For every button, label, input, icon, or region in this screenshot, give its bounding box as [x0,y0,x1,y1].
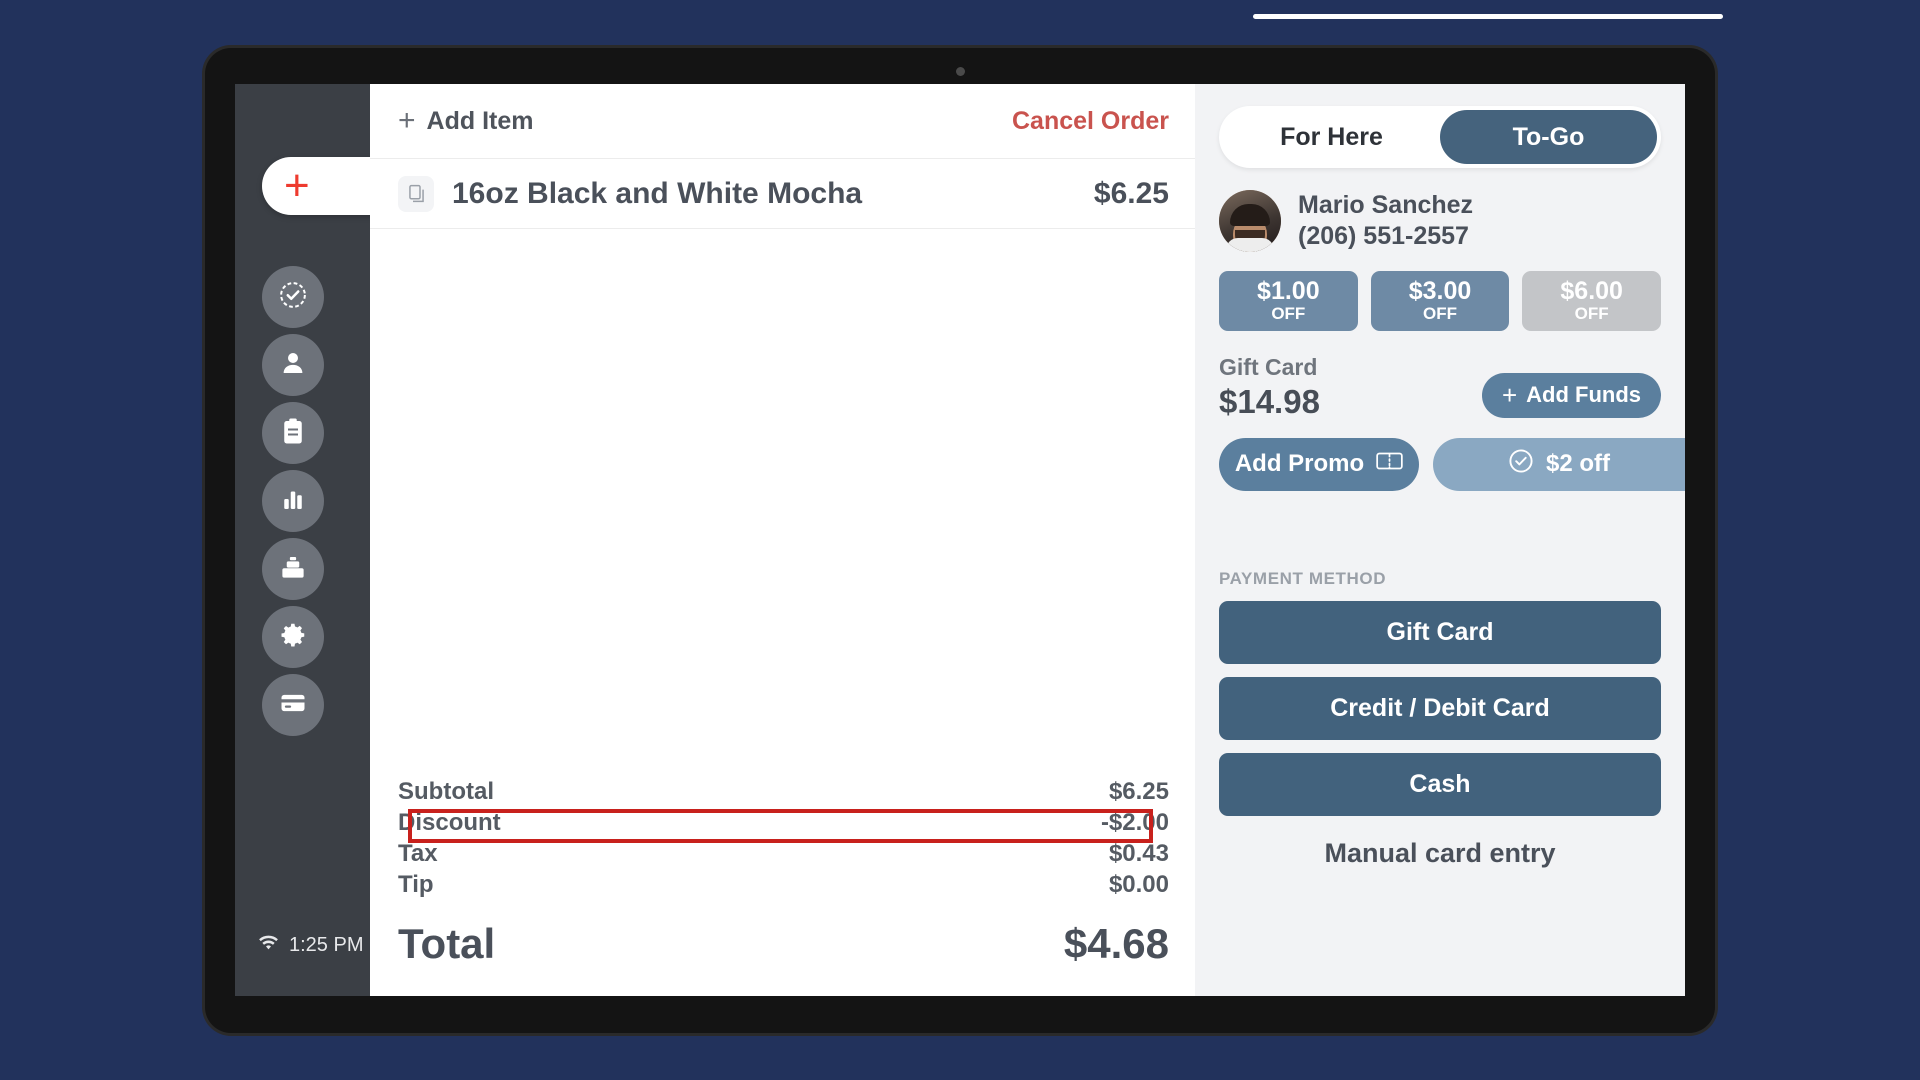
promo-row: Add Promo $2 off [1219,437,1685,491]
add-funds-button[interactable]: + Add Funds [1481,372,1661,418]
discount-chip-off: OFF [1574,303,1609,323]
payment-method-label: PAYMENT METHOD [1219,568,1387,588]
order-item-list: 16oz Black and White Mocha $6.25 [370,159,1195,229]
sidebar-item-reports[interactable] [262,470,324,532]
order-totals: Subtotal $6.25 Discount -$2.00 Tax $0.43… [370,778,1195,996]
discount-label: Discount [398,809,501,836]
sidebar-item-orders[interactable] [262,266,324,328]
discount-chip-2[interactable]: $3.00 OFF [1370,270,1510,331]
sidebar-item-customers[interactable] [262,334,324,396]
promo-applied-label: $2 off [1545,450,1610,478]
discount-chip-row: $1.00 OFF $3.00 OFF $6.00 OFF [1219,270,1662,331]
checkmark-badge-icon [278,280,308,315]
gift-card-text: Gift Card $14.98 [1219,353,1320,422]
add-promo-button[interactable]: Add Promo [1219,437,1419,491]
totals-row-tip: Tip $0.00 [398,871,1169,902]
document-icon [398,175,434,212]
checkout-side-panel: For Here To-Go Mario Sanchez (206) 551-2… [1195,84,1685,996]
plus-icon: + [284,161,310,210]
total-value: $4.68 [1063,920,1169,967]
tablet-screen: + 1:25 PM + Add Item Cancel Order 16oz B… [235,84,1685,996]
order-item-name: 16oz Black and White Mocha [452,176,863,210]
cancel-order-button[interactable]: Cancel Order [1012,107,1169,136]
add-promo-label: Add Promo [1234,450,1365,478]
order-empty-space [370,229,1195,778]
status-bar: 1:25 PM [257,931,363,960]
clipboard-icon [278,416,308,451]
payment-method-gift-card[interactable]: Gift Card [1219,600,1661,664]
check-circle-icon [1508,448,1534,481]
discount-chip-amount: $3.00 [1408,276,1472,305]
discount-chip-1[interactable]: $1.00 OFF [1219,270,1358,331]
sidebar-item-settings[interactable] [262,606,324,668]
totals-row-grand: Total $4.68 [398,920,1169,968]
person-icon [278,348,308,383]
totals-row-subtotal: Subtotal $6.25 [398,778,1169,809]
add-funds-label: Add Funds [1526,382,1641,408]
customer-text: Mario Sanchez (206) 551-2557 [1298,190,1473,253]
gift-card-balance: Gift Card $14.98 + Add Funds [1219,353,1661,422]
payment-method-credit-debit[interactable]: Credit / Debit Card [1219,676,1661,740]
tip-label: Tip [398,871,434,898]
tab-to-go[interactable]: To-Go [1440,110,1657,164]
customer-phone: (206) 551-2557 [1298,222,1469,251]
gift-card-label: Gift Card [1219,353,1318,380]
plus-icon: + [1501,380,1518,411]
ticket-icon [1376,450,1403,478]
discount-chip-amount: $1.00 [1257,276,1320,305]
order-panel: + Add Item Cancel Order 16oz Black and W… [370,84,1195,996]
discount-chip-3[interactable]: $6.00 OFF [1522,270,1662,331]
gear-icon [278,620,308,655]
order-mode-toggle[interactable]: For Here To-Go [1219,106,1661,168]
clock-time: 1:25 PM [289,934,364,956]
manual-card-entry-link[interactable]: Manual card entry [1219,838,1661,869]
promo-applied-chip[interactable]: $2 off [1433,437,1685,491]
subtotal-label: Subtotal [398,778,494,805]
credit-card-icon [278,688,308,723]
cash-register-icon [278,552,308,587]
tab-for-here[interactable]: For Here [1223,110,1440,164]
left-navigation-rail: + 1:25 PM [235,84,412,996]
tax-label: Tax [398,840,438,867]
order-header: + Add Item Cancel Order [370,84,1195,159]
discount-chip-off: OFF [1423,303,1457,323]
sidebar-item-register[interactable] [262,538,324,600]
gift-card-amount: $14.98 [1219,383,1320,421]
subtotal-value: $6.25 [1108,778,1169,805]
payment-method-cash[interactable]: Cash [1219,752,1661,816]
discount-highlight-box [408,809,1153,843]
add-item-button[interactable]: + Add Item [398,104,533,138]
add-item-label: Add Item [426,106,534,135]
totals-row-discount: Discount -$2.00 [398,809,1169,843]
plus-icon: + [398,104,416,137]
sidebar-item-tickets[interactable] [262,402,324,464]
customer-name: Mario Sanchez [1298,191,1474,219]
sidebar-item-payments[interactable] [262,674,324,736]
discount-value: -$2.00 [1100,809,1169,836]
avatar [1219,190,1281,253]
customer-summary[interactable]: Mario Sanchez (206) 551-2557 [1219,190,1661,253]
order-item-price: $6.25 [1093,176,1169,210]
bar-chart-icon [278,484,308,519]
discount-chip-off: OFF [1271,303,1306,323]
total-label: Total [398,920,496,967]
camera-dot [956,67,965,76]
tip-value: $0.00 [1108,871,1169,898]
order-item-row[interactable]: 16oz Black and White Mocha $6.25 [370,159,1195,229]
tax-value: $0.43 [1108,840,1169,867]
wifi-icon [257,931,280,960]
discount-chip-amount: $6.00 [1560,276,1623,305]
top-accent-strip [1253,14,1723,19]
totals-row-tax: Tax $0.43 [398,840,1169,871]
tablet-device-frame: + 1:25 PM + Add Item Cancel Order 16oz B… [205,48,1715,1033]
